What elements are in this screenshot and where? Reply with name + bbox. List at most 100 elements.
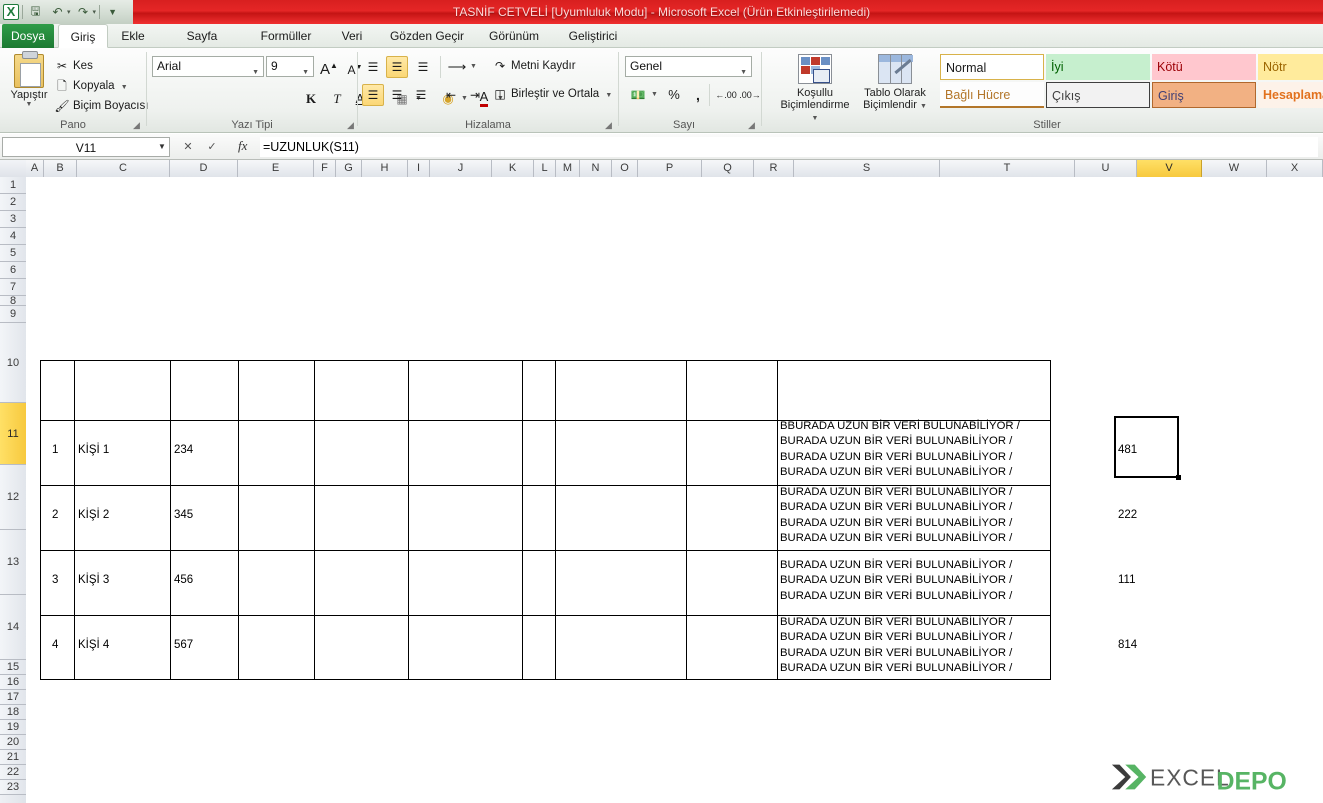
align-right-button[interactable]: ☰ <box>410 84 432 106</box>
increase-indent-button[interactable]: ⇥ <box>464 84 486 106</box>
row-header-1[interactable]: 1 <box>0 177 26 194</box>
column-header-V[interactable]: V <box>1137 160 1202 177</box>
column-header-R[interactable]: R <box>754 160 794 177</box>
row-header-20[interactable]: 20 <box>0 735 26 750</box>
column-header-L[interactable]: L <box>534 160 556 177</box>
comma-style-button[interactable]: , <box>687 84 709 106</box>
tab-dosya[interactable]: Dosya <box>2 24 54 48</box>
column-header-B[interactable]: B <box>44 160 77 177</box>
undo-dropdown-icon[interactable]: ▾ <box>67 8 71 16</box>
row-header-16[interactable]: 16 <box>0 675 26 690</box>
column-header-F[interactable]: F <box>314 160 336 177</box>
decrease-indent-button[interactable]: ⇤ <box>440 84 462 106</box>
increase-font-size-button[interactable]: A▲ <box>318 55 340 78</box>
sheet-area[interactable]: 1 KİŞİ 1 234 BBURADA UZUN BİR VERİ BULUN… <box>26 177 1323 803</box>
column-header-D[interactable]: D <box>170 160 238 177</box>
fill-handle[interactable] <box>1176 475 1181 480</box>
currency-button[interactable]: 💵 <box>627 84 649 106</box>
increase-decimal-button[interactable]: ←.00 <box>715 84 737 106</box>
align-center-button[interactable]: ☰ <box>386 84 408 106</box>
redo-dropdown-icon[interactable]: ▾ <box>93 8 97 16</box>
row-header-8[interactable]: 8 <box>0 296 26 307</box>
conditional-formatting-button[interactable]: Koşullu Biçimlendirme ▼ <box>778 52 852 125</box>
tab-ekle[interactable]: Ekle <box>110 24 156 48</box>
merge-dropdown-icon[interactable]: ▼ <box>605 92 612 99</box>
style-giris[interactable]: Giriş <box>1152 82 1256 108</box>
style-cikis[interactable]: Çıkış <box>1046 82 1150 108</box>
name-box[interactable]: V11 <box>2 137 170 157</box>
align-left-button[interactable]: ☰ <box>362 84 384 106</box>
row-header-10[interactable]: 10 <box>0 323 26 403</box>
column-header-Q[interactable]: Q <box>702 160 754 177</box>
column-header-I[interactable]: I <box>408 160 430 177</box>
insert-function-icon[interactable]: fx <box>238 138 247 154</box>
style-normal[interactable]: Normal <box>940 54 1044 80</box>
conditional-dropdown-icon[interactable]: ▼ <box>812 115 819 122</box>
row-header-17[interactable]: 17 <box>0 690 26 705</box>
row-header-11[interactable]: 11 <box>0 403 26 465</box>
tab-gelistirici[interactable]: Geliştirici <box>554 24 632 48</box>
tab-gozden-gecir[interactable]: Gözden Geçir <box>380 24 474 48</box>
row-header-9[interactable]: 9 <box>0 306 26 323</box>
row-header-22[interactable]: 22 <box>0 765 26 780</box>
style-iyi[interactable]: İyi <box>1046 54 1150 80</box>
formula-input[interactable]: =UZUNLUK(S11) <box>260 137 1318 157</box>
tab-formuller[interactable]: Formüller <box>248 24 324 48</box>
column-header-T[interactable]: T <box>940 160 1075 177</box>
row-header-23[interactable]: 23 <box>0 780 26 795</box>
column-header-A[interactable]: A <box>26 160 44 177</box>
paste-dropdown-icon[interactable]: ▼ <box>6 101 52 108</box>
column-header-N[interactable]: N <box>580 160 612 177</box>
undo-icon[interactable]: ↶ <box>48 3 67 22</box>
bold-button[interactable]: K <box>300 88 322 110</box>
row-header-21[interactable]: 21 <box>0 750 26 765</box>
format-painter-button[interactable]: 🖌 Biçim Boyacısı <box>52 96 152 116</box>
tab-giris[interactable]: Giriş <box>58 24 108 48</box>
cancel-formula-icon[interactable]: ✕ <box>176 137 200 157</box>
pano-dialog-launcher-icon[interactable]: ◢ <box>133 120 143 130</box>
name-box-chevron-icon[interactable]: ▼ <box>158 142 166 151</box>
style-bagli-hucre[interactable]: Bağlı Hücre <box>940 82 1044 108</box>
italic-button[interactable]: T <box>326 88 348 110</box>
style-kotu[interactable]: Kötü <box>1152 54 1256 80</box>
cut-button[interactable]: ✂ Kes <box>52 56 144 76</box>
save-icon[interactable]: 🖫 <box>26 3 45 22</box>
row-header-4[interactable]: 4 <box>0 228 26 245</box>
number-format-select[interactable]: Genel ▼ <box>625 56 752 77</box>
column-header-P[interactable]: P <box>638 160 702 177</box>
sayi-dialog-launcher-icon[interactable]: ◢ <box>748 120 758 130</box>
customize-qat-icon[interactable]: ▼ <box>103 3 122 22</box>
row-header-6[interactable]: 6 <box>0 262 26 279</box>
copy-dropdown-icon[interactable]: ▼ <box>121 84 128 91</box>
row-header-13[interactable]: 13 <box>0 530 26 595</box>
copy-button[interactable]: 🗋 Kopyala ▼ <box>52 76 144 96</box>
row-header-2[interactable]: 2 <box>0 194 26 211</box>
orientation-dropdown-icon[interactable]: ▼ <box>470 63 477 70</box>
column-header-J[interactable]: J <box>430 160 492 177</box>
column-header-G[interactable]: G <box>336 160 362 177</box>
accept-formula-icon[interactable]: ✓ <box>200 137 224 157</box>
align-middle-button[interactable]: ☰ <box>386 56 408 78</box>
column-header-C[interactable]: C <box>77 160 170 177</box>
column-header-E[interactable]: E <box>238 160 314 177</box>
column-header-K[interactable]: K <box>492 160 534 177</box>
style-notr[interactable]: Nötr <box>1258 54 1323 80</box>
row-header-12[interactable]: 12 <box>0 465 26 530</box>
align-top-button[interactable]: ☰ <box>362 56 384 78</box>
column-header-O[interactable]: O <box>612 160 638 177</box>
style-hesaplama[interactable]: Hesaplama <box>1258 82 1323 108</box>
row-header-15[interactable]: 15 <box>0 660 26 675</box>
currency-dropdown-icon[interactable]: ▼ <box>651 91 658 98</box>
merge-center-button[interactable]: ◫ Birleştir ve Ortala ▼ <box>490 84 620 104</box>
row-header-14[interactable]: 14 <box>0 595 26 660</box>
column-header-X[interactable]: X <box>1267 160 1323 177</box>
column-header-S[interactable]: S <box>794 160 940 177</box>
hizalama-dialog-launcher-icon[interactable]: ◢ <box>605 120 615 130</box>
table-dropdown-icon[interactable]: ▼ <box>920 103 927 110</box>
tab-gorunum[interactable]: Görünüm <box>478 24 550 48</box>
paste-button[interactable]: Yapıştır ▼ <box>6 51 52 118</box>
column-header-M[interactable]: M <box>556 160 580 177</box>
font-family-select[interactable]: Arial ▼ <box>152 56 264 77</box>
percent-style-button[interactable]: % <box>663 84 685 106</box>
row-header-5[interactable]: 5 <box>0 245 26 262</box>
